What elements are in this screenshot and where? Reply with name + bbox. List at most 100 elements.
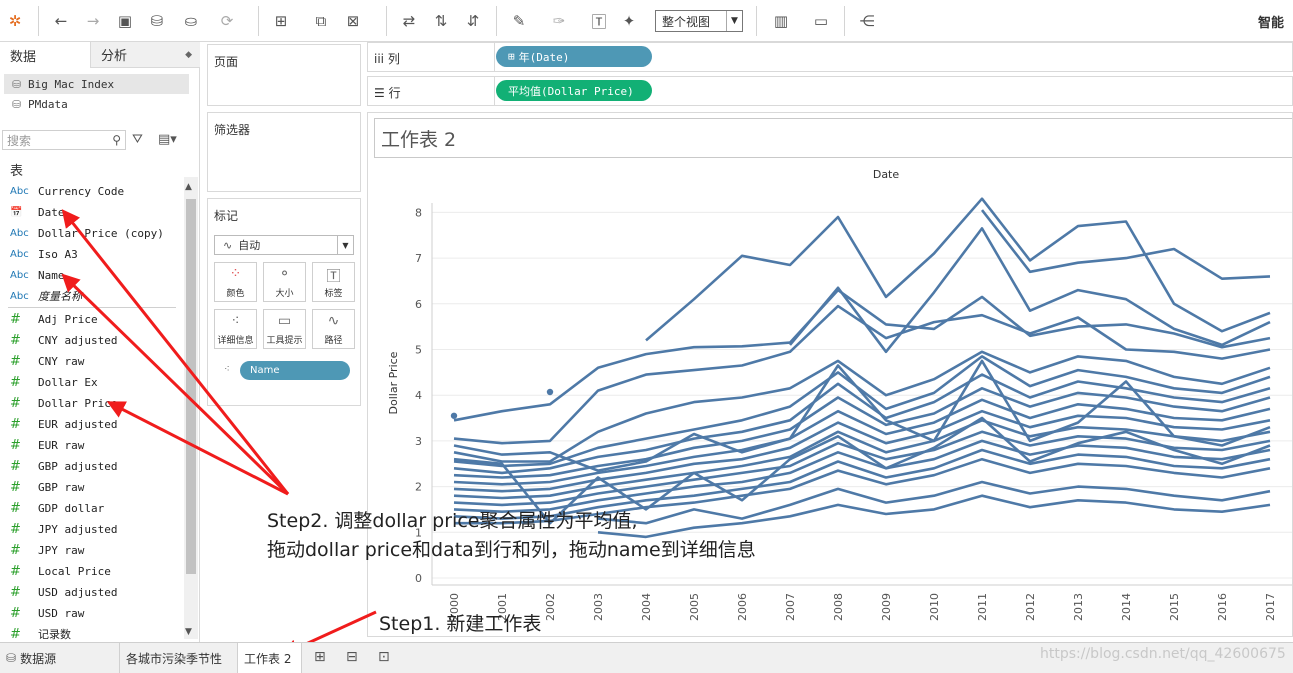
measure-field[interactable]: # GDP dollar xyxy=(10,498,180,518)
rows-shelf[interactable]: ☰ 行 平均值(Dollar Price) xyxy=(367,76,1293,106)
tab-data[interactable]: 数据 xyxy=(0,42,90,68)
measure-field[interactable]: # CNY adjusted xyxy=(10,330,180,350)
tab-data-label: 数据 xyxy=(10,49,37,65)
scroll-thumb[interactable] xyxy=(186,199,196,574)
mark-type-select[interactable]: ∿ 自动 ▼ xyxy=(214,235,354,255)
presentation-mode-icon[interactable]: ▭ xyxy=(808,8,834,34)
detail-icon: ⁖ xyxy=(224,364,230,375)
new-worksheet-icon[interactable]: ⊞ xyxy=(268,8,294,34)
dimension-field[interactable]: Abc Name xyxy=(10,265,180,285)
y-axis-label: Dollar Price xyxy=(387,351,400,414)
database-icon: ⛁ xyxy=(12,97,22,111)
measure-field[interactable]: # USD raw xyxy=(10,603,180,623)
highlight-icon[interactable]: ✎ xyxy=(506,8,532,34)
view-fit-value: 整个视图 xyxy=(662,14,711,29)
sort-ascending-icon[interactable]: ⇅ xyxy=(428,8,454,34)
measure-field[interactable]: # Dollar Ex xyxy=(10,372,180,392)
step2-annotation-line1: Step2. 调整dollar price聚合属性为平均值, xyxy=(267,510,638,532)
scroll-down-icon[interactable]: ▼ xyxy=(185,627,192,637)
search-input[interactable]: 搜索 ⚲ xyxy=(2,130,126,150)
sort-descending-icon[interactable]: ⇵ xyxy=(460,8,486,34)
view-options-icon[interactable]: ▤▾ xyxy=(158,132,177,147)
chevron-down-icon[interactable]: ▼ xyxy=(726,11,742,31)
show-me-button[interactable]: 智能 xyxy=(1258,12,1284,31)
view-fit-select[interactable]: 整个视图 ▼ xyxy=(655,10,743,32)
measure-field[interactable]: # Local Price xyxy=(10,561,180,581)
size-button[interactable]: ⚬ 大小 xyxy=(263,262,306,302)
number-type-icon: # xyxy=(10,458,21,474)
filters-title: 筛选器 xyxy=(214,123,251,137)
tab-analysis-label: 分析 xyxy=(101,49,128,64)
tooltip-button[interactable]: ▭ 工具提示 xyxy=(263,309,306,349)
tab-analysis[interactable]: 分析 ◆ xyxy=(90,42,200,68)
field-label: JPY adjusted xyxy=(38,522,118,536)
number-type-icon: # xyxy=(10,353,21,369)
color-button[interactable]: ⁘ 颜色 xyxy=(214,262,257,302)
search-icon[interactable]: ⚲ xyxy=(112,133,121,147)
save-icon[interactable]: ▣ xyxy=(112,8,138,34)
datasource-item[interactable]: ⛁ PMdata xyxy=(4,94,189,114)
measure-field[interactable]: # EUR raw xyxy=(10,435,180,455)
measure-field[interactable]: # 记录数 xyxy=(10,624,180,644)
marks-card: 标记 ∿ 自动 ▼ ⁘ 颜色 ⚬ 大小 🅃 标签 ⁖ 详细信息 ▭ 工具提示 ∿… xyxy=(207,198,361,406)
dimension-field[interactable]: Abc Dollar Price (copy) xyxy=(10,223,180,243)
show-labels-icon[interactable]: 🅃 xyxy=(586,8,612,34)
x-tick-label: 2009 xyxy=(880,593,893,621)
measure-field[interactable]: # Adj Price xyxy=(10,309,180,329)
group-members-icon[interactable]: ✑ xyxy=(546,8,572,34)
dimension-field[interactable]: Abc Currency Code xyxy=(10,181,180,201)
number-type-icon: # xyxy=(10,479,21,495)
share-icon[interactable]: ⋲ xyxy=(854,8,880,34)
measure-field[interactable]: # Dollar Price xyxy=(10,393,180,413)
measure-field[interactable]: # CNY raw xyxy=(10,351,180,371)
toolbar-separator xyxy=(756,6,757,36)
measure-field[interactable]: # GBP adjusted xyxy=(10,456,180,476)
undo-icon[interactable]: ← xyxy=(48,8,74,34)
duplicate-sheet-icon[interactable]: ⧉ xyxy=(308,8,334,34)
datasource-name: Big Mac Index xyxy=(28,77,115,91)
dimension-field[interactable]: 📅 Date xyxy=(10,202,180,222)
measure-field[interactable]: # JPY adjusted xyxy=(10,519,180,539)
sheet-tab-active[interactable]: 工作表 2 xyxy=(238,643,302,673)
field-label: EUR adjusted xyxy=(38,417,118,431)
tableau-logo-icon[interactable]: ✲ xyxy=(2,8,28,34)
field-label: JPY raw xyxy=(38,543,85,557)
measure-field[interactable]: # EUR adjusted xyxy=(10,414,180,434)
new-dashboard-icon[interactable]: ⊟ xyxy=(346,649,358,665)
pages-card[interactable]: 页面 xyxy=(207,44,361,106)
datasource-tab[interactable]: ⛁ 数据源 xyxy=(0,643,120,673)
fix-axes-icon[interactable]: ✦ xyxy=(616,8,642,34)
number-type-icon: # xyxy=(10,332,21,348)
filter-icon[interactable]: ⛛ xyxy=(132,132,143,147)
dimension-field[interactable]: Abc Iso A3 xyxy=(10,244,180,264)
columns-shelf[interactable]: iii 列 ⊞ 年(Date) xyxy=(367,42,1293,72)
sheet-tab[interactable]: 各城市污染季节性 xyxy=(120,643,238,673)
show-cards-icon[interactable]: ▥ xyxy=(768,8,794,34)
new-datasource-icon[interactable]: ⛁ xyxy=(144,8,170,34)
rows-pill[interactable]: 平均值(Dollar Price) xyxy=(496,80,652,101)
refresh-icon[interactable]: ⟳ xyxy=(214,8,240,34)
detail-button[interactable]: ⁖ 详细信息 xyxy=(214,309,257,349)
y-tick-label: 4 xyxy=(415,389,422,402)
measure-field[interactable]: # USD adjusted xyxy=(10,582,180,602)
y-tick-label: 8 xyxy=(415,206,422,219)
datasource-item[interactable]: ⛁ Big Mac Index xyxy=(4,74,189,94)
chevron-down-icon[interactable]: ▼ xyxy=(337,236,353,254)
columns-pill[interactable]: ⊞ 年(Date) xyxy=(496,46,652,67)
redo-icon[interactable]: → xyxy=(80,8,106,34)
swap-rows-columns-icon[interactable]: ⇄ xyxy=(396,8,422,34)
path-button[interactable]: ∿ 路径 xyxy=(312,309,355,349)
field-divider xyxy=(8,307,176,308)
filters-card[interactable]: 筛选器 xyxy=(207,112,361,192)
new-story-icon[interactable]: ⊡ xyxy=(378,649,390,665)
measure-field[interactable]: # JPY raw xyxy=(10,540,180,560)
pause-updates-icon[interactable]: ⛀ xyxy=(178,8,204,34)
new-worksheet-icon[interactable]: ⊞ xyxy=(314,649,326,665)
detail-field-pill[interactable]: Name xyxy=(240,361,350,380)
label-button[interactable]: 🅃 标签 xyxy=(312,262,355,302)
dimension-field[interactable]: Abc 度量名称 xyxy=(10,286,180,306)
clear-sheet-icon[interactable]: ⊠ xyxy=(340,8,366,34)
x-tick-label: 2012 xyxy=(1024,593,1037,621)
scroll-up-icon[interactable]: ▲ xyxy=(185,182,192,192)
measure-field[interactable]: # GBP raw xyxy=(10,477,180,497)
